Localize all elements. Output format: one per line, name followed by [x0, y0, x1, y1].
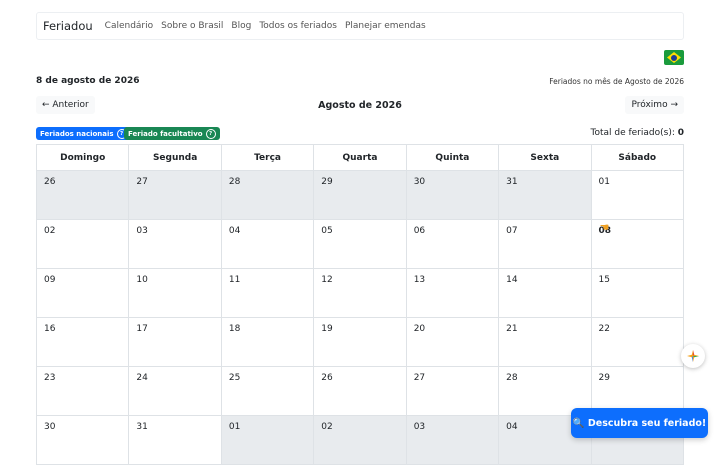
- weekday-header: Terça: [220, 144, 315, 171]
- calendar-day-cell[interactable]: 31: [128, 415, 222, 465]
- weekday-header: Quinta: [405, 144, 500, 171]
- national-holidays-label: Feriados nacionais: [40, 129, 114, 138]
- calendar-day-cell[interactable]: 20: [405, 317, 500, 367]
- sparkle-icon: [687, 350, 699, 362]
- next-month-button[interactable]: Próximo →: [625, 96, 684, 114]
- calendar-day-cell[interactable]: 19: [313, 317, 407, 367]
- total-holidays: Total de feriado(s): 0: [590, 128, 684, 138]
- calendar-day-cell[interactable]: 09: [35, 268, 130, 318]
- calendar-day-cell[interactable]: 18: [220, 317, 315, 367]
- calendar-day-cell[interactable]: 27: [128, 170, 222, 220]
- calendar-day-cell[interactable]: 11: [220, 268, 315, 318]
- calendar-day-cell[interactable]: 28: [220, 170, 315, 220]
- calendar-day-cell[interactable]: 25: [220, 366, 315, 416]
- calendar-day-cell[interactable]: 31: [498, 170, 592, 220]
- calendar-day-cell[interactable]: 30: [405, 170, 500, 220]
- selected-date-title: 8 de agosto de 2026: [36, 76, 140, 86]
- nav-link-calendario[interactable]: Calendário: [105, 21, 153, 31]
- weekday-header: Domingo: [35, 144, 130, 171]
- flag-globe: [671, 54, 677, 61]
- calendar-day-cell[interactable]: 03: [128, 219, 222, 269]
- calendar-week-row: 02 03 04 05 06 07 08 ☚: [35, 219, 685, 269]
- navbar: Feriadou Calendário Sobre o Brasil Blog …: [36, 12, 684, 40]
- nav-link-sobre-o-brasil[interactable]: Sobre o Brasil: [161, 21, 223, 31]
- calendar-day-cell[interactable]: 13: [405, 268, 500, 318]
- brazil-flag-icon[interactable]: [664, 50, 684, 65]
- total-holidays-label: Total de feriado(s):: [590, 128, 675, 138]
- discover-holiday-button[interactable]: 🔍 Descubra seu feriado!: [571, 408, 708, 438]
- weekday-header: Quarta: [313, 144, 407, 171]
- calendar-day-cell-today[interactable]: 08 ☚: [590, 219, 685, 269]
- calendar-day-cell[interactable]: 02: [313, 415, 407, 465]
- calendar-day-cell[interactable]: 27: [405, 366, 500, 416]
- calendar-day-cell[interactable]: 30: [35, 415, 130, 465]
- sparkle-assistant-icon[interactable]: [681, 344, 705, 368]
- optional-holiday-badge[interactable]: Feriado facultativo ?: [124, 127, 220, 140]
- calendar-day-cell[interactable]: 05: [313, 219, 407, 269]
- calendar-day-cell[interactable]: 16: [35, 317, 130, 367]
- calendar-day-cell[interactable]: 01: [590, 170, 685, 220]
- calendar-day-cell[interactable]: 22: [590, 317, 685, 367]
- calendar-day-cell[interactable]: 02: [35, 219, 130, 269]
- current-month-label: Agosto de 2026: [318, 100, 402, 111]
- total-holidays-count: 0: [677, 128, 684, 138]
- pointer-hand-icon: ☚: [599, 221, 610, 234]
- nav-link-blog[interactable]: Blog: [231, 21, 251, 31]
- nav-link-todos-os-feriados[interactable]: Todos os feriados: [259, 21, 337, 31]
- optional-holiday-label: Feriado facultativo: [128, 129, 203, 138]
- help-icon[interactable]: ?: [205, 128, 216, 139]
- weekday-header: Segunda: [128, 144, 222, 171]
- national-holidays-badge[interactable]: Feriados nacionais ?: [36, 127, 131, 140]
- calendar-day-cell[interactable]: 24: [128, 366, 222, 416]
- calendar-day-cell[interactable]: 12: [313, 268, 407, 318]
- calendar-day-cell[interactable]: 26: [313, 366, 407, 416]
- month-holidays-note: Feriados no mês de Agosto de 2026: [549, 77, 684, 86]
- calendar-day-cell[interactable]: 06: [405, 219, 500, 269]
- nav-link-planejar-emendas[interactable]: Planejar emendas: [345, 21, 426, 31]
- weekday-header-row: Domingo Segunda Terça Quarta Quinta Sext…: [35, 144, 685, 171]
- calendar-day-cell[interactable]: 01: [220, 415, 315, 465]
- weekday-header: Sábado: [590, 144, 685, 171]
- calendar-day-cell[interactable]: 04: [220, 219, 315, 269]
- brand-logo[interactable]: Feriadou: [43, 19, 93, 33]
- calendar-day-cell[interactable]: 29: [313, 170, 407, 220]
- calendar-week-row: 09 10 11 12 13 14 15: [35, 268, 685, 318]
- calendar-day-cell[interactable]: 21: [498, 317, 592, 367]
- weekday-header: Sexta: [498, 144, 592, 171]
- calendar-day-cell[interactable]: 10: [128, 268, 222, 318]
- calendar-day-cell[interactable]: 23: [35, 366, 130, 416]
- calendar-day-cell[interactable]: 26: [35, 170, 130, 220]
- calendar-week-row: 26 27 28 29 30 31 01: [35, 170, 685, 220]
- calendar-day-cell[interactable]: 17: [128, 317, 222, 367]
- calendar-day-cell[interactable]: 14: [498, 268, 592, 318]
- calendar-day-cell[interactable]: 15: [590, 268, 685, 318]
- calendar-day-cell[interactable]: 07: [498, 219, 592, 269]
- calendar-day-cell[interactable]: 03: [405, 415, 500, 465]
- calendar-week-row: 16 17 18 19 20 21 22: [35, 317, 685, 367]
